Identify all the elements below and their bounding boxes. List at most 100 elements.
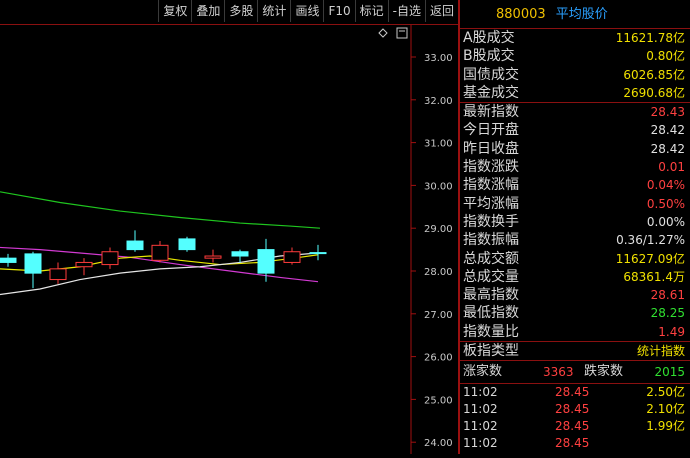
candle[interactable] <box>309 244 327 261</box>
diamond-icon[interactable] <box>378 28 388 38</box>
candle[interactable] <box>204 249 222 263</box>
price-tick-label: 24.00 <box>424 438 453 449</box>
price-tick-label: 33.00 <box>424 53 453 64</box>
price-tick-label: 27.00 <box>424 310 453 321</box>
tick-time: 11:02 <box>463 402 498 417</box>
price-tick-label: 28.00 <box>424 267 453 278</box>
tick-price: 28.45 <box>555 419 590 434</box>
candle-body <box>101 251 119 266</box>
price-tick-label: 29.00 <box>424 224 453 235</box>
quote-label: 指数振幅 <box>463 232 519 249</box>
quote-label: 指数换手 <box>463 213 519 230</box>
quote-panel: 880003 平均股价 A股成交 11621.78亿 B股成交 0.80亿 国债成交 60… <box>460 0 690 454</box>
quote-row: 指数涨幅 0.04% <box>460 176 690 194</box>
candle-body <box>178 238 196 251</box>
tick-time: 11:02 <box>463 419 498 434</box>
tick-time: 11:02 <box>463 436 498 451</box>
ma-green-line <box>0 191 321 229</box>
candle[interactable] <box>178 236 196 252</box>
quote-value: 统计指数 <box>636 344 685 359</box>
quote-value: 0.50% <box>646 196 685 211</box>
quote-value: 2690.68亿 <box>623 85 685 100</box>
quote-label: 今日开盘 <box>463 122 519 139</box>
candle[interactable] <box>49 262 67 284</box>
tick-row: 11:02 28.45 1.99亿 <box>460 418 690 435</box>
quote-label: 指数涨跌 <box>463 159 519 176</box>
quote-row: 最高指数 28.61 <box>460 286 690 304</box>
advance-decline-row: 涨家数 3363 跌家数 2015 <box>460 360 690 385</box>
price-tick-label: 31.00 <box>424 139 453 150</box>
tick-row: 11:02 28.45 <box>460 435 690 452</box>
tick-row: 11:02 28.45 2.10亿 <box>460 401 690 418</box>
quote-row: B股成交 0.80亿 <box>460 47 690 65</box>
draw-line-button[interactable]: 画线 <box>290 0 323 22</box>
price-tick-label: 32.00 <box>424 96 453 107</box>
restore-rights-button[interactable]: 复权 <box>158 0 191 22</box>
quote-value: 0.36/1.27% <box>616 233 685 248</box>
back-button[interactable]: 返回 <box>424 0 458 22</box>
quote-header: 880003 平均股价 <box>460 0 690 29</box>
quote-label: 总成交额 <box>463 250 519 267</box>
quote-label: 总成交量 <box>463 268 519 285</box>
candle-body <box>151 244 169 261</box>
tick-time: 11:02 <box>463 385 498 400</box>
mark-button[interactable]: 标记 <box>354 0 388 22</box>
quote-label: 昨日收盘 <box>463 140 519 157</box>
quote-row: 指数换手 0.00% <box>460 213 690 231</box>
multi-stock-button[interactable]: 多股 <box>224 0 257 22</box>
panel-toggle-icon[interactable] <box>396 27 408 39</box>
price-tick-label: 25.00 <box>424 395 453 406</box>
quote-value: 6026.85亿 <box>623 67 685 82</box>
quote-label: 板指类型 <box>463 343 519 360</box>
tick-row: 11:02 28.45 2.50亿 <box>460 384 690 401</box>
quote-value: 28.25 <box>650 306 685 321</box>
quote-value: 28.61 <box>650 288 685 303</box>
tick-price: 28.45 <box>555 385 590 400</box>
quote-row: 总成交量 68361.4万 <box>460 268 690 286</box>
quote-value: 0.04% <box>646 178 685 193</box>
candle[interactable] <box>126 230 144 252</box>
quote-row: 基金成交 2690.68亿 <box>460 84 690 102</box>
quote-value: 28.43 <box>650 105 685 120</box>
quote-value: 28.42 <box>650 141 685 156</box>
candle[interactable] <box>283 247 301 265</box>
candle-body <box>257 249 275 274</box>
quote-row: 今日开盘 28.42 <box>460 121 690 139</box>
candle[interactable] <box>75 258 93 276</box>
candle[interactable] <box>24 251 42 289</box>
remove-watchlist-button[interactable]: -自选 <box>387 0 425 22</box>
quote-label: B股成交 <box>463 48 515 65</box>
quote-value: 28.42 <box>650 123 685 138</box>
candle-body <box>204 255 222 259</box>
candle[interactable] <box>151 241 169 263</box>
chart-canvas[interactable]: 33.00 32.00 31.00 30.00 29.00 28.00 27.00 26.00… <box>0 25 458 454</box>
quote-row: 国债成交 6026.85亿 <box>460 66 690 84</box>
quote-row: 指数涨跌 0.01 <box>460 158 690 176</box>
price-tick-label: 26.00 <box>424 353 453 364</box>
quote-row: 昨日收盘 28.42 <box>460 140 690 158</box>
tick-amount: 1.99亿 <box>646 419 685 434</box>
candle[interactable] <box>0 253 17 267</box>
candle-body <box>231 251 249 257</box>
candle[interactable] <box>231 249 249 263</box>
f10-button[interactable]: F10 <box>323 0 354 22</box>
quote-value: 68361.4万 <box>623 269 685 284</box>
quote-row: 板指类型 统计指数 <box>460 341 690 360</box>
quote-label: 最高指数 <box>463 287 519 304</box>
quote-row: 最低指数 28.25 <box>460 304 690 322</box>
candle-body <box>309 252 327 255</box>
index-name: 平均股价 <box>555 7 608 22</box>
overlay-button[interactable]: 叠加 <box>191 0 224 22</box>
candle[interactable] <box>101 247 119 269</box>
quote-label: 平均涨幅 <box>463 195 519 212</box>
quote-value: 0.00% <box>646 214 685 229</box>
candlestick-chart[interactable]: 33.00 32.00 31.00 30.00 29.00 28.00 27.00 26.00… <box>0 25 458 454</box>
quote-row: 最新指数 28.43 <box>460 102 690 121</box>
quote-label: 最新指数 <box>463 104 519 121</box>
statistics-button[interactable]: 统计 <box>257 0 290 22</box>
quote-row: 总成交额 11627.09亿 <box>460 250 690 268</box>
quote-value: 1.49 <box>658 324 685 339</box>
quote-row: 指数振幅 0.36/1.27% <box>460 231 690 249</box>
candle-body <box>24 253 42 274</box>
tick-amount: 2.10亿 <box>646 402 685 417</box>
